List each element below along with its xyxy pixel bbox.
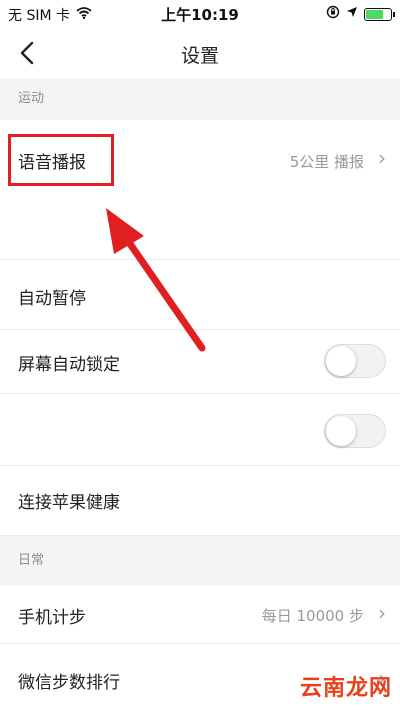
watermark-logo: 云南龙网 — [299, 676, 392, 701]
annotation-arrow — [106, 208, 206, 352]
